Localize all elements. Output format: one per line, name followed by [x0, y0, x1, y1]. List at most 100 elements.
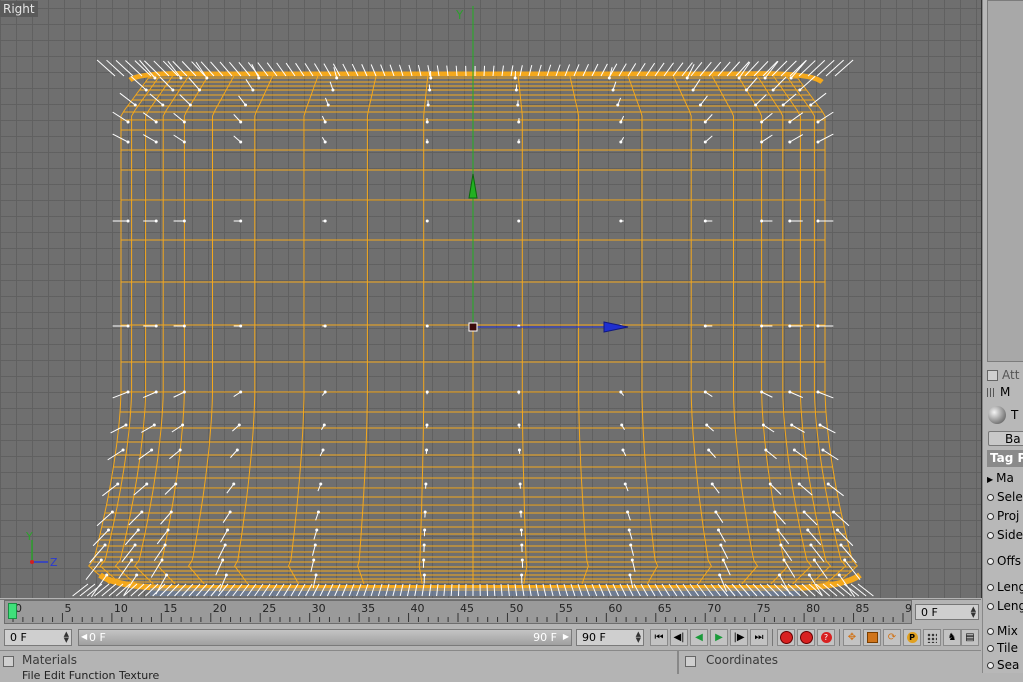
- start-frame-field[interactable]: 0 F ▲▼: [4, 629, 72, 646]
- scale-key-button[interactable]: [863, 629, 881, 646]
- vertex-point: [226, 529, 229, 532]
- vertex-point: [762, 424, 765, 427]
- coordinates-panel-title[interactable]: Coordinates: [706, 653, 778, 667]
- vertex-point: [425, 449, 428, 452]
- vertex-point: [322, 449, 325, 452]
- vertex-normal-line: [762, 135, 773, 142]
- attr-row-projection[interactable]: Proj: [987, 507, 1019, 525]
- spin-arrows-icon[interactable]: ▲▼: [971, 606, 976, 618]
- panel-divider[interactable]: [677, 651, 679, 674]
- attr-row-mix[interactable]: Mix: [987, 622, 1018, 640]
- bottom-fringe-normal: [458, 584, 459, 596]
- go-to-start-button[interactable]: ⏮: [650, 629, 668, 646]
- vertex-point: [426, 121, 429, 124]
- vertex-point: [692, 89, 695, 92]
- parameter-key-button[interactable]: P: [903, 629, 921, 646]
- timeline-tick-label: 90: [905, 602, 911, 615]
- expand-triangle-icon[interactable]: ▶: [987, 475, 993, 484]
- vertex-point: [183, 141, 186, 144]
- keyframe-selection-button[interactable]: ?: [817, 629, 835, 646]
- vertex-point: [324, 220, 327, 223]
- vertex-point: [519, 483, 522, 486]
- motion-path-button[interactable]: ♞: [943, 629, 961, 646]
- range-right-arrow-icon[interactable]: ▶: [563, 632, 569, 641]
- autokey-icon: [800, 631, 813, 644]
- vertex-point: [788, 325, 791, 328]
- spin-arrows-icon[interactable]: ▲▼: [636, 631, 641, 643]
- materials-panel-title[interactable]: Materials: [22, 653, 77, 667]
- scene-canvas[interactable]: YYZ: [0, 0, 981, 598]
- attr-row-selection[interactable]: Sele: [987, 488, 1023, 506]
- materials-menu-bar[interactable]: File Edit Function Texture: [22, 669, 159, 682]
- tag-properties-header: Tag P: [987, 450, 1023, 467]
- attr-row-length-v[interactable]: Leng: [987, 597, 1023, 615]
- timeline-tick-label: 5: [64, 602, 71, 615]
- attr-row-material[interactable]: ▶Ma: [987, 469, 1014, 489]
- rotation-key-button[interactable]: ⟳: [883, 629, 901, 646]
- attr-row-seamless[interactable]: Sea: [987, 656, 1019, 673]
- vertex-point: [127, 141, 130, 144]
- vertex-point: [788, 141, 791, 144]
- vertex-point: [808, 574, 811, 577]
- vertex-point: [107, 529, 110, 532]
- range-left-arrow-icon[interactable]: ◀: [81, 632, 87, 641]
- vertex-point: [153, 424, 156, 427]
- timeline-tick-label: 45: [460, 602, 474, 615]
- viewport-right[interactable]: YYZ Right: [0, 0, 982, 598]
- coordinates-panel-checkbox[interactable]: [685, 656, 696, 667]
- basic-tab-button[interactable]: Ba: [988, 431, 1023, 446]
- autokey-button[interactable]: [797, 629, 815, 646]
- vertex-point: [153, 77, 156, 80]
- vertex-point: [171, 89, 174, 92]
- timeline-options-button[interactable]: ▤: [961, 629, 979, 646]
- step-back-button[interactable]: ◀|: [670, 629, 688, 646]
- object-manager-area[interactable]: [987, 0, 1023, 362]
- vertex-point: [798, 89, 801, 92]
- materials-panel-checkbox[interactable]: [3, 656, 14, 667]
- attributes-tab[interactable]: Att: [987, 366, 1019, 384]
- vertex-point: [626, 511, 629, 514]
- attr-row-length-u[interactable]: Leng: [987, 578, 1023, 596]
- timeline-ruler[interactable]: 051015202530354045505560657075808590: [4, 600, 912, 624]
- record-keys-button[interactable]: [777, 629, 795, 646]
- end-frame-field[interactable]: 90 F ▲▼: [576, 629, 644, 646]
- current-frame-field[interactable]: 0 F ▲▼: [915, 604, 979, 620]
- attr-row-offset[interactable]: Offs: [987, 552, 1021, 570]
- attributes-tab-checkbox[interactable]: [987, 370, 998, 381]
- vertex-point: [819, 424, 822, 427]
- bullet-icon: [987, 645, 994, 652]
- attr-row-tile[interactable]: Tile: [987, 639, 1018, 657]
- vertex-point: [745, 89, 748, 92]
- vertex-normal-line: [125, 530, 138, 545]
- go-to-end-button[interactable]: ⏭: [750, 629, 768, 646]
- step-forward-button[interactable]: |▶: [730, 629, 748, 646]
- vertex-point: [788, 121, 791, 124]
- timeline-playhead[interactable]: [8, 603, 17, 619]
- play-backward-button[interactable]: ◀: [690, 629, 708, 646]
- bottom-fringe-normal: [844, 584, 859, 596]
- z-axis-handle: [604, 322, 628, 332]
- mode-menu[interactable]: M: [987, 383, 1010, 401]
- vertex-point: [319, 483, 322, 486]
- attributes-tab-label: Att: [1002, 368, 1019, 382]
- vertex-normal-line: [174, 392, 185, 397]
- vertex-point: [323, 424, 326, 427]
- attr-row-side[interactable]: Side: [987, 526, 1023, 544]
- vertex-point: [803, 511, 806, 514]
- play-forward-button[interactable]: ▶: [710, 629, 728, 646]
- vertex-point: [816, 220, 819, 223]
- vertex-point: [839, 544, 842, 547]
- record-icon: [780, 631, 793, 644]
- position-key-button[interactable]: ✥: [843, 629, 861, 646]
- grip-icon: [987, 388, 996, 397]
- vertex-point: [425, 424, 428, 427]
- point-level-button[interactable]: [923, 629, 941, 646]
- timeline-tick-label: 25: [262, 602, 276, 615]
- timeline-tick-label: 60: [608, 602, 622, 615]
- viewport-view-label[interactable]: Right: [0, 1, 38, 17]
- vertex-point: [134, 544, 137, 547]
- bullet-icon: [987, 584, 994, 591]
- vertex-point: [816, 121, 819, 124]
- spin-arrows-icon[interactable]: ▲▼: [64, 631, 69, 643]
- preview-range-slider[interactable]: ◀ 0 F 90 F ▶: [78, 629, 572, 646]
